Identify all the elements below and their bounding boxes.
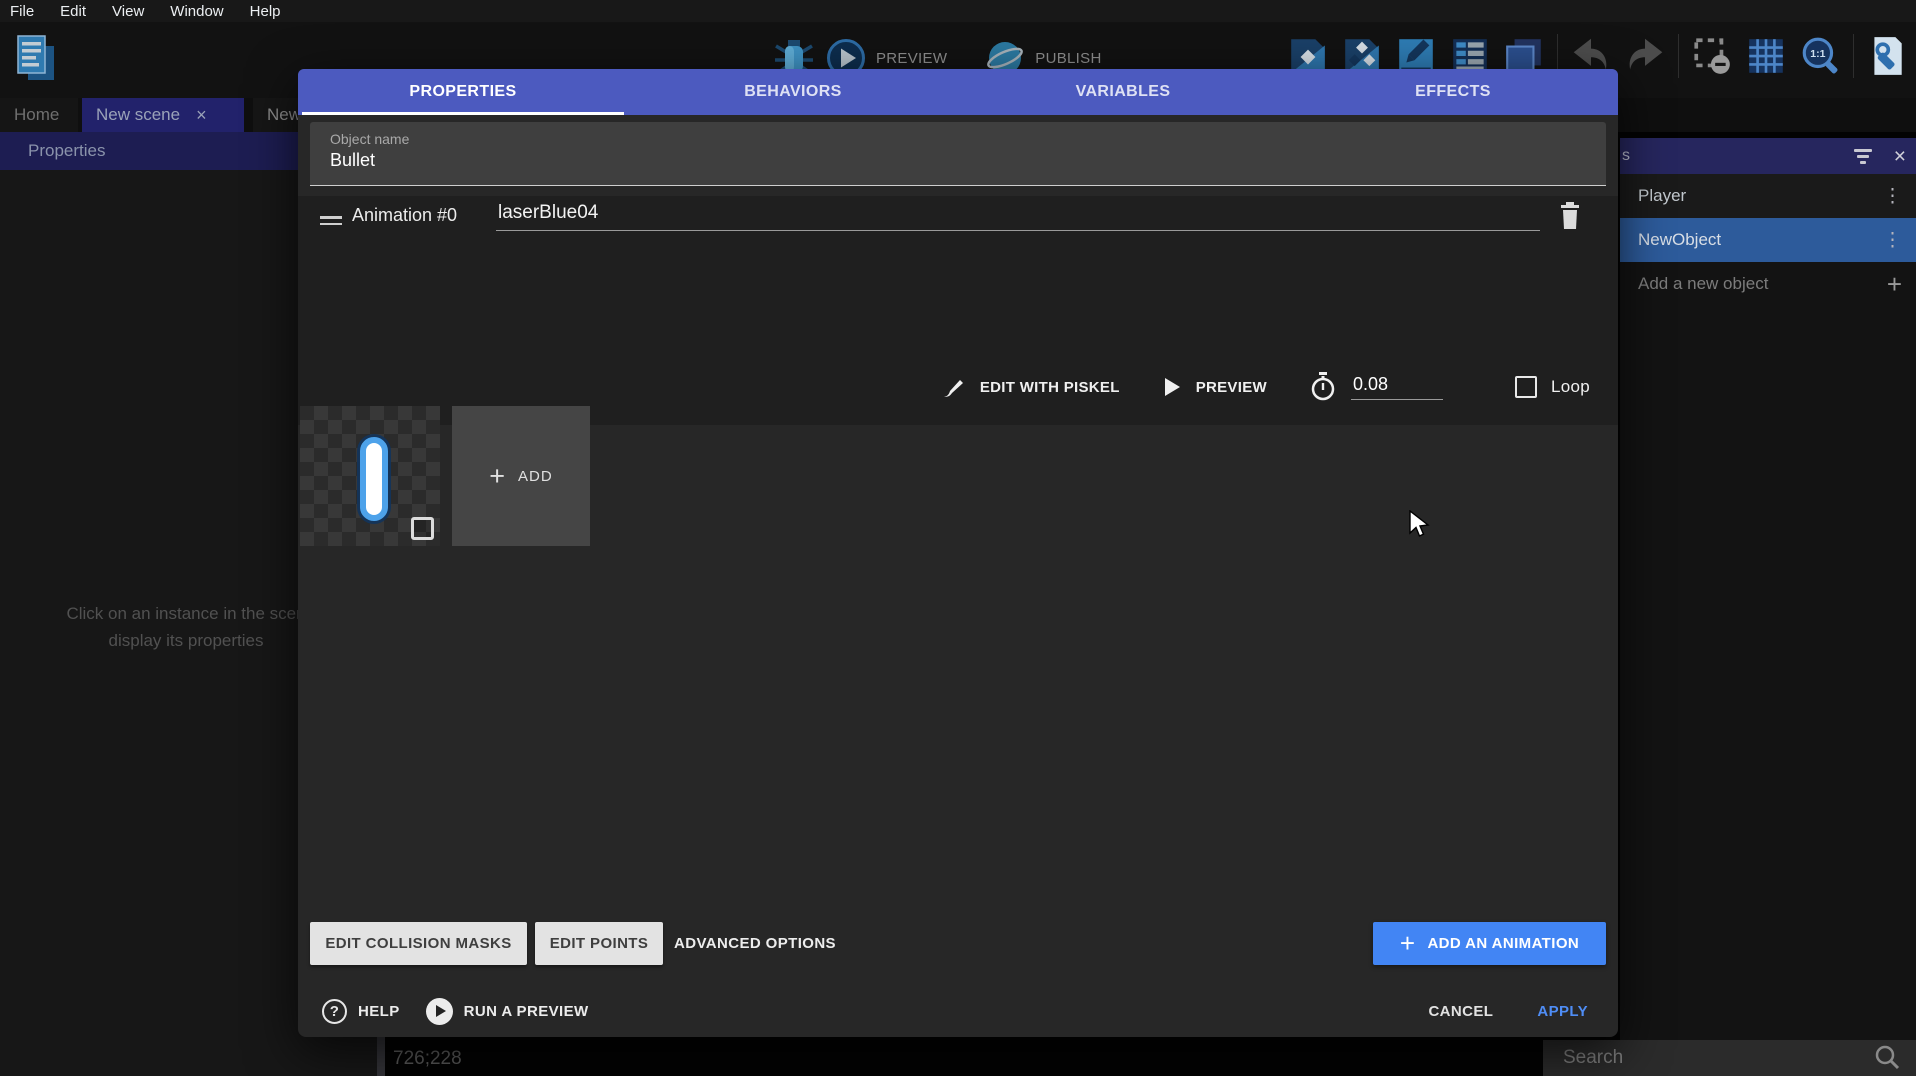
close-tab-icon[interactable]: × bbox=[196, 106, 207, 124]
tab-new-scene-label: New scene bbox=[96, 105, 180, 125]
edit-with-piskel-button[interactable]: EDIT WITH PISKEL bbox=[980, 379, 1120, 396]
row-menu-icon[interactable]: ⋮ bbox=[1883, 185, 1902, 208]
properties-panel-title: Properties bbox=[28, 141, 105, 161]
menu-help[interactable]: Help bbox=[250, 3, 281, 20]
tab-partial-label: New bbox=[267, 105, 298, 125]
preview-button[interactable]: PREVIEW bbox=[876, 50, 947, 67]
menu-window[interactable]: Window bbox=[170, 3, 223, 20]
search-input[interactable] bbox=[1543, 1047, 1843, 1069]
object-row-player[interactable]: Player ⋮ bbox=[1620, 174, 1916, 218]
dialog-action-row: EDIT COLLISION MASKS EDIT POINTS ADVANCE… bbox=[298, 922, 1618, 965]
grid-icon[interactable] bbox=[1745, 35, 1787, 77]
tab-variables[interactable]: VARIABLES bbox=[958, 69, 1288, 115]
frame-thumbnail[interactable] bbox=[300, 406, 440, 546]
help-label: HELP bbox=[358, 1003, 400, 1020]
tab-effects[interactable]: EFFECTS bbox=[1288, 69, 1618, 115]
object-row-label: NewObject bbox=[1638, 230, 1721, 250]
add-an-animation-button[interactable]: + ADD AN ANIMATION bbox=[1373, 922, 1606, 965]
tab-new-scene[interactable]: New scene × bbox=[82, 98, 244, 132]
drag-handle-icon[interactable] bbox=[320, 212, 342, 229]
tab-behaviors[interactable]: BEHAVIORS bbox=[628, 69, 958, 115]
help-icon bbox=[322, 999, 347, 1024]
project-manager-icon[interactable] bbox=[12, 32, 56, 84]
menu-file[interactable]: File bbox=[10, 3, 34, 20]
svg-text:1:1: 1:1 bbox=[1810, 48, 1825, 60]
frame-checkbox[interactable] bbox=[411, 517, 434, 540]
add-an-animation-label: ADD AN ANIMATION bbox=[1427, 935, 1579, 952]
apply-button[interactable]: APPLY bbox=[1537, 1003, 1588, 1020]
tab-new-partial[interactable]: New bbox=[253, 98, 298, 132]
add-frame-label: ADD bbox=[518, 468, 553, 485]
settings-wrench-icon[interactable] bbox=[1866, 35, 1908, 77]
redo-icon[interactable] bbox=[1624, 35, 1666, 77]
animation-controls: EDIT WITH PISKEL PREVIEW Loop bbox=[942, 372, 1590, 402]
object-row-newobject[interactable]: NewObject ⋮ bbox=[1620, 218, 1916, 262]
add-frame-button[interactable]: + ADD bbox=[452, 406, 590, 546]
menu-view[interactable]: View bbox=[112, 3, 144, 20]
plus-icon: + bbox=[489, 463, 505, 490]
stopwatch-icon bbox=[1309, 372, 1337, 402]
brush-icon bbox=[942, 375, 966, 399]
menu-bar: File Edit View Window Help bbox=[0, 0, 1916, 22]
object-name-input[interactable] bbox=[330, 150, 1580, 171]
object-search-bar bbox=[1543, 1040, 1916, 1076]
animation-title: Animation #0 bbox=[352, 205, 457, 226]
preview-animation-button[interactable]: PREVIEW bbox=[1196, 379, 1267, 396]
edit-collision-masks-button[interactable]: EDIT COLLISION MASKS bbox=[310, 922, 527, 965]
loop-checkbox[interactable] bbox=[1515, 376, 1537, 398]
add-new-object-row[interactable]: Add a new object + bbox=[1620, 262, 1916, 306]
cursor-coordinates: 726;228 bbox=[393, 1048, 462, 1070]
animation-name-input[interactable] bbox=[496, 198, 1540, 231]
tab-home[interactable]: Home bbox=[0, 98, 78, 132]
publish-button[interactable]: PUBLISH bbox=[1035, 50, 1101, 67]
play-icon bbox=[1162, 376, 1182, 398]
run-a-preview-label: RUN A PREVIEW bbox=[464, 1003, 589, 1020]
zoom-1-1-icon[interactable]: 1:1 bbox=[1799, 35, 1841, 77]
tab-home-label: Home bbox=[14, 105, 59, 125]
toolbar-separator bbox=[1853, 34, 1854, 78]
advanced-options-button[interactable]: ADVANCED OPTIONS bbox=[674, 922, 836, 965]
dialog-footer: HELP RUN A PREVIEW CANCEL APPLY bbox=[298, 985, 1618, 1037]
animation-section: Animation #0 EDIT WITH PISKEL PREVIEW bbox=[298, 196, 1618, 425]
menu-edit[interactable]: Edit bbox=[60, 3, 86, 20]
run-a-preview-button[interactable]: RUN A PREVIEW bbox=[426, 998, 589, 1025]
plus-icon: + bbox=[1400, 930, 1416, 956]
tab-properties[interactable]: PROPERTIES bbox=[298, 69, 628, 115]
filter-icon[interactable] bbox=[1854, 149, 1872, 164]
edit-points-button[interactable]: EDIT POINTS bbox=[535, 922, 663, 965]
search-icon[interactable] bbox=[1872, 1043, 1902, 1073]
loop-label: Loop bbox=[1551, 377, 1590, 397]
object-name-card: Object name bbox=[310, 122, 1606, 186]
toolbar-separator bbox=[1678, 34, 1679, 78]
add-new-object-label: Add a new object bbox=[1638, 274, 1768, 294]
objects-panel-header: s × bbox=[1620, 138, 1916, 174]
cancel-button[interactable]: CANCEL bbox=[1428, 1003, 1493, 1020]
mask-selection-icon[interactable] bbox=[1691, 35, 1733, 77]
object-name-label: Object name bbox=[330, 131, 409, 147]
play-circle-icon bbox=[426, 998, 453, 1025]
close-panel-icon[interactable]: × bbox=[1894, 146, 1906, 167]
help-button[interactable]: HELP bbox=[322, 999, 400, 1024]
objects-panel-title-partial: s bbox=[1622, 147, 1630, 165]
dialog-tab-bar: PROPERTIES BEHAVIORS VARIABLES EFFECTS bbox=[298, 69, 1618, 115]
object-editor-dialog: PROPERTIES BEHAVIORS VARIABLES EFFECTS O… bbox=[298, 69, 1618, 1037]
delete-animation-icon[interactable] bbox=[1554, 200, 1586, 234]
bullet-sprite bbox=[360, 437, 388, 521]
object-row-label: Player bbox=[1638, 186, 1686, 206]
row-menu-icon[interactable]: ⋮ bbox=[1883, 229, 1902, 252]
plus-icon[interactable]: + bbox=[1887, 271, 1902, 297]
time-between-frames-input[interactable] bbox=[1351, 374, 1443, 400]
objects-panel: s × Player ⋮ NewObject ⋮ Add a new objec… bbox=[1620, 138, 1916, 1040]
